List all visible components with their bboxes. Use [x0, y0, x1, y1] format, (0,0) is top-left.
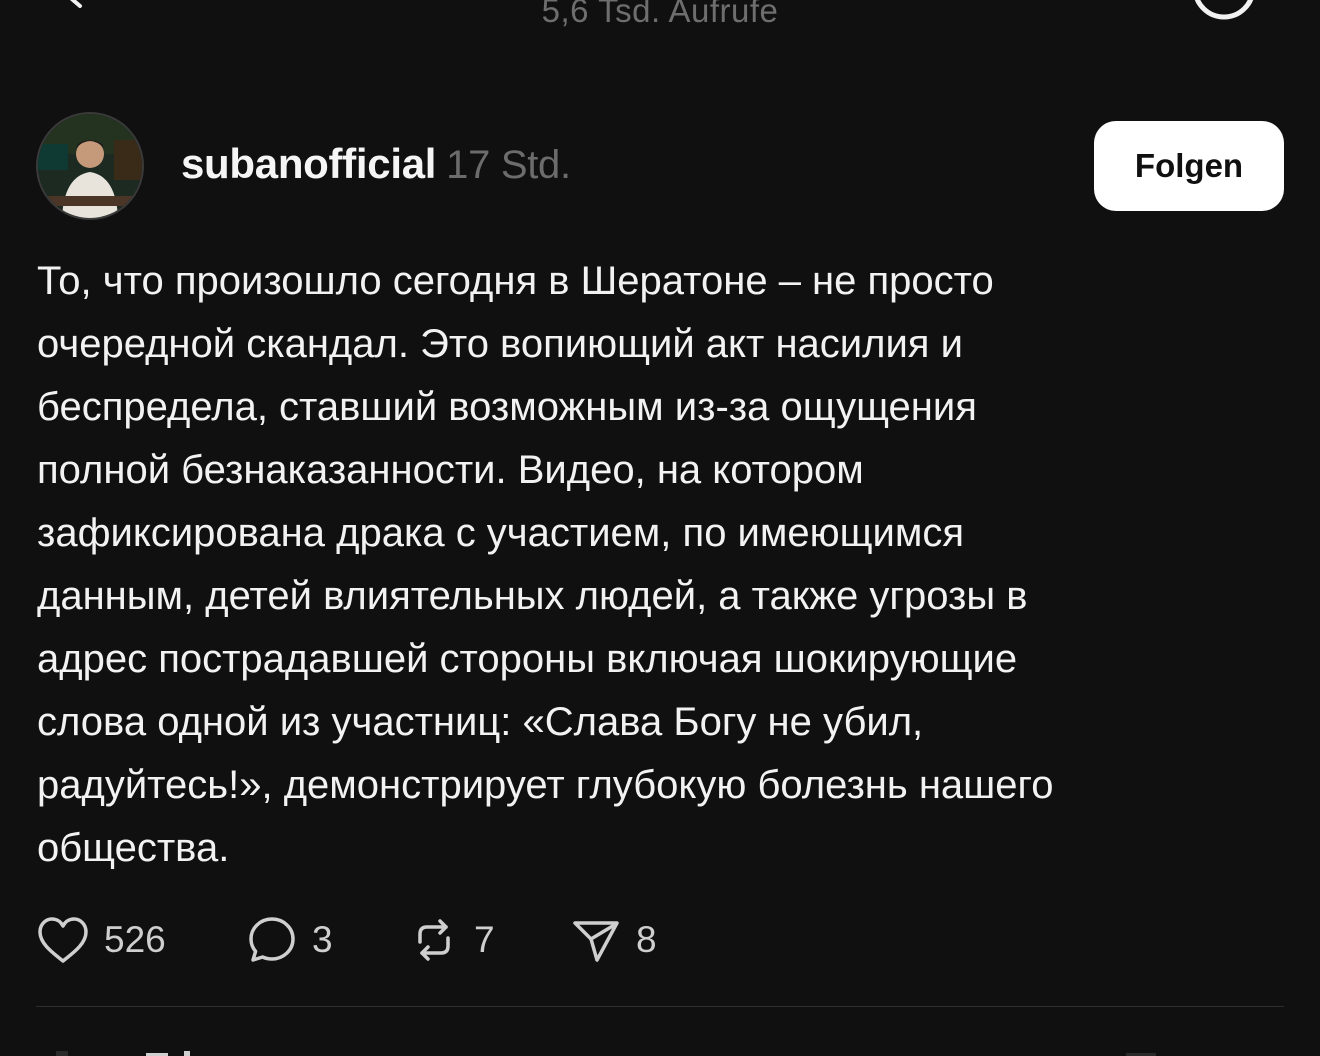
- username[interactable]: subanofficial: [181, 140, 436, 187]
- next-post-partial: [36, 1046, 1284, 1056]
- repost-icon[interactable]: [408, 914, 460, 966]
- repost-count: 7: [474, 919, 495, 960]
- post-divider: [36, 1006, 1284, 1007]
- post-time: 17 Std.: [446, 143, 571, 187]
- comment-count: 3: [312, 919, 333, 960]
- heart-icon[interactable]: [36, 915, 90, 965]
- notification-icon[interactable]: [1076, 0, 1134, 18]
- follow-button[interactable]: Folgen: [1094, 121, 1284, 211]
- avatar[interactable]: [36, 112, 144, 220]
- comment-bubble-icon[interactable]: [246, 914, 298, 966]
- more-icon[interactable]: [1192, 0, 1256, 20]
- comment-action[interactable]: 3: [246, 908, 333, 972]
- repost-action[interactable]: 7: [408, 908, 495, 972]
- post-actions: 526 3 7 8: [36, 908, 1036, 972]
- post-text: То, что произошло сегодня в Шератоне – н…: [37, 259, 1054, 870]
- username-line[interactable]: subanofficial 17 Std.: [181, 140, 571, 188]
- share-action[interactable]: 8: [570, 908, 657, 972]
- share-count: 8: [636, 919, 657, 960]
- post-header: subanofficial 17 Std. Folgen: [36, 112, 1286, 222]
- like-count: 526: [104, 919, 166, 960]
- like-action[interactable]: 526: [36, 908, 166, 972]
- send-icon[interactable]: [570, 914, 622, 966]
- top-bar: 5,6 Tsd. Aufrufe: [0, 0, 1320, 60]
